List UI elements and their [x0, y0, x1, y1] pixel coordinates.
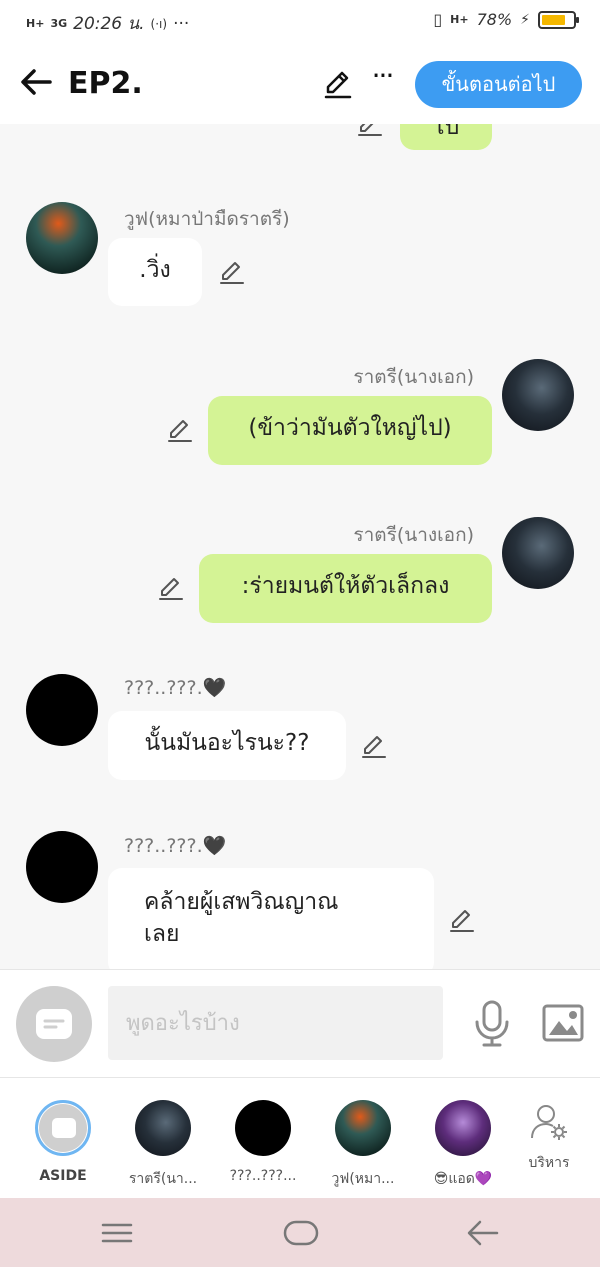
sender-name: ???..???.🖤: [124, 835, 227, 857]
avatar[interactable]: [26, 831, 98, 903]
status-left: H+ 3G 20:26 น. (·ı) ···: [26, 10, 189, 37]
more-options-icon[interactable]: ···: [366, 62, 398, 98]
charging-icon: ⚡: [520, 11, 530, 28]
sender-name: วูฟ(หมาป่ามืดราตรี): [124, 208, 290, 230]
character-label: บริหาร: [528, 1155, 570, 1171]
message-composer: [0, 969, 600, 1077]
edit-message-icon[interactable]: [157, 574, 185, 602]
avatar: [335, 1100, 391, 1156]
character-label: ราตรี(นา...: [128, 1171, 198, 1187]
vibrate-icon: ▯: [433, 10, 443, 29]
battery-percent: 78%: [476, 10, 513, 29]
chat-bubble-icon: [52, 1118, 76, 1138]
message-bubble[interactable]: :ร่ายมนต์ให้ตัวเล็กลง: [199, 554, 492, 623]
message-bubble[interactable]: คล้ายผู้เสพวิณญาณ เลย: [108, 868, 434, 969]
avatar: [235, 1100, 291, 1156]
menu-icon[interactable]: [100, 1216, 134, 1250]
edit-pencil-icon[interactable]: [322, 68, 354, 100]
status-bar: H+ 3G 20:26 น. (·ı) ··· ▯ H+ 78% ⚡: [0, 0, 600, 46]
home-icon[interactable]: [282, 1216, 320, 1250]
character-label: ASIDE: [39, 1168, 87, 1184]
edit-message-icon[interactable]: [166, 416, 194, 444]
edit-message-icon[interactable]: [360, 732, 388, 760]
character-ratree[interactable]: ราตรี(นา...: [113, 1100, 213, 1190]
next-step-button[interactable]: ขั้นตอนต่อไป: [415, 61, 582, 108]
system-nav-bar: [0, 1198, 600, 1267]
character-bar: ASIDE ราตรี(นา... ???..???... วูฟ(หมา...…: [0, 1077, 600, 1198]
network-indicator-1: H+: [26, 17, 45, 30]
image-icon[interactable]: [541, 1003, 585, 1043]
more-notifications-icon: ···: [173, 13, 190, 34]
aside-avatar: [35, 1100, 91, 1156]
chat-bubble-icon: [36, 1009, 72, 1039]
aside-toggle-button[interactable]: [16, 986, 92, 1062]
back-icon[interactable]: [466, 1216, 500, 1250]
message-bubble[interactable]: .วิ่ง: [108, 238, 202, 306]
sender-name: ราตรี(นางเอก): [353, 524, 474, 546]
clock: 20:26 น.: [73, 14, 145, 34]
character-manage[interactable]: บริหาร: [499, 1102, 599, 1174]
avatar[interactable]: [26, 674, 98, 746]
character-unknown[interactable]: ???..???...: [213, 1100, 313, 1184]
message-bubble[interactable]: (ข้าว่ามันตัวใหญ่ไป): [208, 396, 492, 465]
avatar[interactable]: [26, 202, 98, 274]
cast-icon: (·ı): [150, 16, 168, 31]
character-label: 😎แอด💜: [433, 1171, 493, 1187]
message-bubble[interactable]: ไป: [400, 124, 492, 150]
character-label: วูฟ(หมา...: [331, 1171, 395, 1187]
edit-message-icon[interactable]: [448, 906, 476, 934]
sender-name: ราตรี(นางเอก): [353, 366, 474, 388]
page-title: EP2.: [68, 66, 143, 101]
network-indicator-2: 3G: [50, 17, 68, 30]
character-admin[interactable]: 😎แอด💜: [413, 1100, 513, 1190]
microphone-icon[interactable]: [472, 998, 512, 1048]
avatar: [435, 1100, 491, 1156]
character-wolf[interactable]: วูฟ(หมา...: [313, 1100, 413, 1190]
battery-fill: [542, 14, 566, 25]
message-bubble[interactable]: นั้นมันอะไรนะ??: [108, 711, 346, 780]
back-arrow-icon[interactable]: [18, 64, 54, 100]
character-aside[interactable]: ASIDE: [13, 1100, 113, 1184]
data-network-icon: H+: [450, 13, 469, 26]
status-right: ▯ H+ 78% ⚡: [433, 10, 579, 29]
sender-name: ???..???.🖤: [124, 677, 227, 699]
message-input[interactable]: [108, 986, 443, 1060]
character-label: ???..???...: [229, 1168, 297, 1184]
edit-message-icon[interactable]: [218, 258, 246, 286]
app-bar: EP2. ··· ขั้นตอนต่อไป: [0, 46, 600, 124]
avatar: [135, 1100, 191, 1156]
edit-message-icon[interactable]: [356, 124, 384, 138]
manage-user-gear-icon: [529, 1102, 569, 1142]
avatar[interactable]: [502, 517, 574, 589]
battery-icon: [538, 10, 579, 29]
chat-area[interactable]: ไป วูฟ(หมาป่ามืดราตรี) .วิ่ง ราตรี(นางเอ…: [0, 124, 600, 969]
avatar[interactable]: [502, 359, 574, 431]
